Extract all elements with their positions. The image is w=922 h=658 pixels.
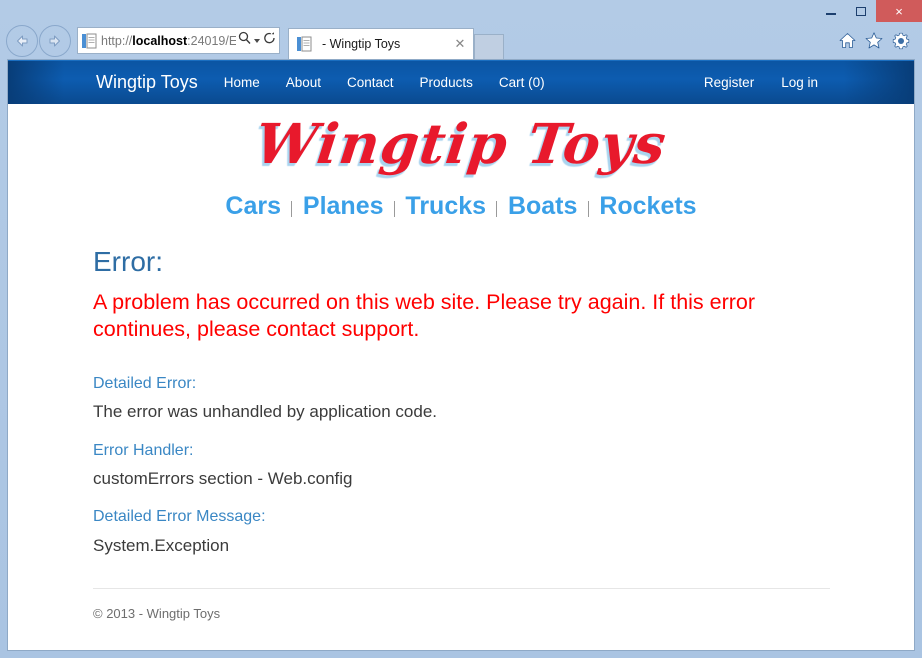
detail-value-error-handler: customErrors section - Web.config — [93, 468, 353, 488]
category-separator — [291, 201, 293, 218]
maximize-button[interactable] — [846, 0, 876, 22]
minimize-button[interactable] — [816, 0, 846, 22]
category-link-trucks[interactable]: Trucks — [405, 192, 486, 220]
star-icon[interactable] — [865, 32, 883, 49]
category-links: Cars Planes Trucks Boats Rockets — [8, 192, 914, 221]
back-arrow-icon — [17, 35, 28, 46]
site-navigation-bar: Wingtip Toys Home About Contact Products… — [8, 60, 914, 104]
page-container: Wingtip Toys Cars Planes Trucks Boats Ro… — [8, 111, 914, 622]
browser-toolbar: http://localhost:24019/Err — [0, 22, 922, 59]
category-link-planes[interactable]: Planes — [303, 192, 384, 220]
detail-label-detailed-error-message: Detailed Error Message: — [93, 508, 266, 526]
browser-window: × http://localhost:24019/ - Wingtip Toys… — [0, 0, 922, 658]
site-brand[interactable]: Wingtip Toys — [96, 72, 198, 93]
window-controls: × — [816, 0, 922, 22]
page-viewport: Wingtip Toys Home About Contact Products… — [7, 59, 915, 651]
close-icon: × — [895, 3, 903, 19]
window-title-bar: × — [0, 0, 922, 22]
address-bar-icons — [236, 31, 276, 50]
nav-link-cart[interactable]: Cart (0) — [499, 75, 545, 90]
tab-title: - Wingtip Toys — [322, 37, 401, 51]
home-icon[interactable] — [839, 32, 856, 49]
site-logo: Wingtip Toys — [251, 111, 671, 176]
category-separator — [496, 201, 498, 218]
url-host: localhost — [132, 33, 188, 48]
tab-page-icon — [297, 36, 312, 52]
detail-label-error-handler: Error Handler: — [93, 441, 194, 459]
new-tab-button[interactable] — [474, 34, 504, 59]
detail-label-detailed-error: Detailed Error: — [93, 374, 197, 392]
nav-link-about[interactable]: About — [286, 75, 321, 90]
page-footer: © 2013 - Wingtip Toys — [93, 606, 221, 622]
page-document-icon — [82, 33, 97, 49]
tab-close-icon[interactable]: ✕ — [453, 36, 467, 52]
gear-icon[interactable] — [892, 32, 910, 50]
category-link-cars[interactable]: Cars — [225, 192, 281, 220]
forward-arrow-icon — [49, 35, 60, 46]
main-nav-links: Home About Contact Products Cart (0) — [224, 75, 545, 90]
nav-link-home[interactable]: Home — [224, 75, 260, 90]
category-link-boats[interactable]: Boats — [508, 192, 577, 220]
url-path: :24019/Err — [187, 33, 236, 48]
account-nav-links: Register Log in — [704, 75, 818, 90]
browser-tab[interactable]: - Wingtip Toys ✕ — [288, 28, 474, 59]
error-heading: Error: — [93, 245, 163, 277]
nav-link-contact[interactable]: Contact — [347, 75, 394, 90]
nav-link-products[interactable]: Products — [420, 75, 473, 90]
search-icon[interactable] — [238, 31, 251, 50]
error-content: Error: A problem has occurred on this we… — [8, 244, 914, 559]
chevron-down-icon[interactable] — [254, 38, 260, 43]
category-separator — [587, 201, 589, 218]
back-button[interactable] — [6, 24, 38, 57]
browser-toolbar-icons — [829, 32, 918, 50]
maximize-icon — [856, 6, 866, 16]
nav-link-login[interactable]: Log in — [781, 75, 818, 90]
detail-value-detailed-error-message: System.Exception — [93, 535, 230, 555]
refresh-icon[interactable] — [263, 31, 276, 50]
detail-value-detailed-error: The error was unhandled by application c… — [93, 401, 437, 421]
tab-strip: - Wingtip Toys ✕ — [288, 22, 829, 59]
url-scheme: http:// — [101, 33, 133, 48]
category-separator — [393, 201, 395, 218]
error-message: A problem has occurred on this web site.… — [93, 289, 756, 342]
address-bar[interactable]: http://localhost:24019/Err — [77, 27, 280, 54]
category-link-rockets[interactable]: Rockets — [599, 192, 696, 220]
error-details: Detailed Error: The error was unhandled … — [93, 372, 830, 558]
url-text: http://localhost:24019/Err — [101, 33, 236, 49]
forward-button[interactable] — [39, 24, 71, 57]
close-button[interactable]: × — [876, 0, 922, 22]
minimize-icon — [826, 12, 836, 15]
nav-link-register[interactable]: Register — [704, 75, 754, 90]
